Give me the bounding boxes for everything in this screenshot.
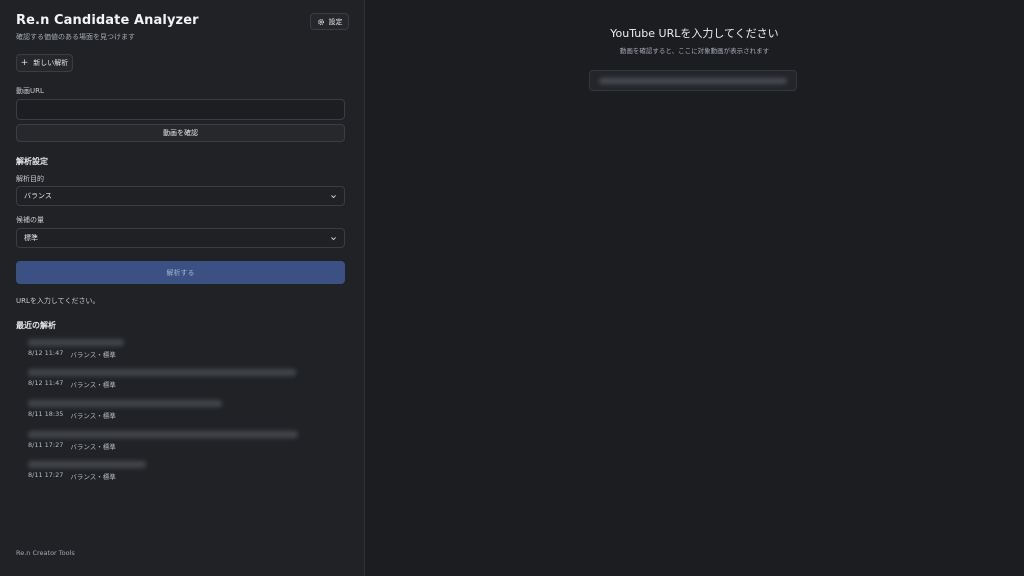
list-item[interactable]: 8/11 17:27 バランス・標準 [28, 461, 328, 485]
settings-section-heading: 解析設定 [16, 157, 48, 166]
recent-item-date: 8/11 18:35 [28, 410, 64, 418]
recent-item-date: 8/11 17:27 [28, 471, 64, 479]
settings-button-label: 設定 [328, 17, 343, 26]
purpose-select[interactable]: バランス [16, 186, 345, 206]
recent-item-title [28, 431, 298, 438]
recent-item-date: 8/12 11:47 [28, 349, 64, 357]
recent-item-meta: 8/12 11:47 バランス・標準 [28, 349, 116, 359]
recent-item-title [28, 400, 222, 407]
recent-item-date: 8/11 17:27 [28, 441, 64, 449]
plus-icon: + [20, 57, 29, 68]
recent-item-title [28, 461, 146, 468]
url-input[interactable] [16, 99, 345, 120]
url-example-box [589, 70, 797, 91]
app-subtitle: 確認する価値のある場面を見つけます [16, 33, 135, 41]
list-item[interactable]: 8/11 17:27 バランス・標準 [28, 431, 328, 455]
recent-item-title [28, 339, 124, 346]
main-panel: YouTube URLを入力してください 動画を確認すると、ここに対象動画が表示… [365, 0, 1024, 576]
new-analysis-button[interactable]: + 新しい解析 [16, 54, 73, 72]
new-analysis-label: 新しい解析 [33, 59, 69, 67]
recent-item-meta: 8/11 17:27 バランス・標準 [28, 471, 116, 481]
recent-item-title [28, 369, 296, 376]
recent-item-settings: バランス・標準 [70, 412, 116, 420]
gear-icon [317, 18, 324, 25]
amount-label: 候補の量 [16, 216, 44, 224]
amount-select-value: 標準 [24, 234, 38, 242]
chevron-down-icon [331, 194, 336, 198]
prompt-subtitle: 動画を確認すると、ここに対象動画が表示されます [619, 47, 770, 55]
app-title: Re.n Candidate Analyzer [16, 13, 199, 28]
recent-item-date: 8/12 11:47 [28, 379, 64, 387]
list-item[interactable]: 8/12 11:47 バランス・標準 [28, 369, 328, 393]
recent-item-meta: 8/12 11:47 バランス・標準 [28, 379, 116, 389]
footer-text: Re.n Creator Tools [16, 549, 75, 557]
recent-heading: 最近の解析 [16, 321, 56, 330]
settings-button[interactable]: 設定 [310, 13, 349, 30]
status-text: URLを入力してください。 [16, 297, 100, 305]
recent-item-settings: バランス・標準 [70, 443, 116, 451]
sidebar: Re.n Candidate Analyzer 確認する価値のある場面を見つけま… [0, 0, 365, 576]
recent-item-meta: 8/11 17:27 バランス・標準 [28, 441, 116, 451]
recent-item-settings: バランス・標準 [70, 473, 116, 481]
recent-item-settings: バランス・標準 [70, 351, 116, 359]
list-item[interactable]: 8/12 11:47 バランス・標準 [28, 339, 328, 363]
purpose-label: 解析目的 [16, 175, 44, 183]
confirm-video-button[interactable]: 動画を確認 [16, 124, 345, 142]
purpose-select-value: バランス [24, 192, 52, 200]
prompt-title: YouTube URLを入力してください [610, 27, 779, 40]
recent-item-settings: バランス・標準 [70, 381, 116, 389]
chevron-down-icon [331, 236, 336, 240]
amount-select[interactable]: 標準 [16, 228, 345, 248]
analyze-button[interactable]: 解析する [16, 261, 345, 284]
list-item[interactable]: 8/11 18:35 バランス・標準 [28, 400, 328, 424]
recent-item-meta: 8/11 18:35 バランス・標準 [28, 410, 116, 420]
url-label: 動画URL [16, 87, 44, 95]
url-example-placeholder [599, 77, 787, 84]
